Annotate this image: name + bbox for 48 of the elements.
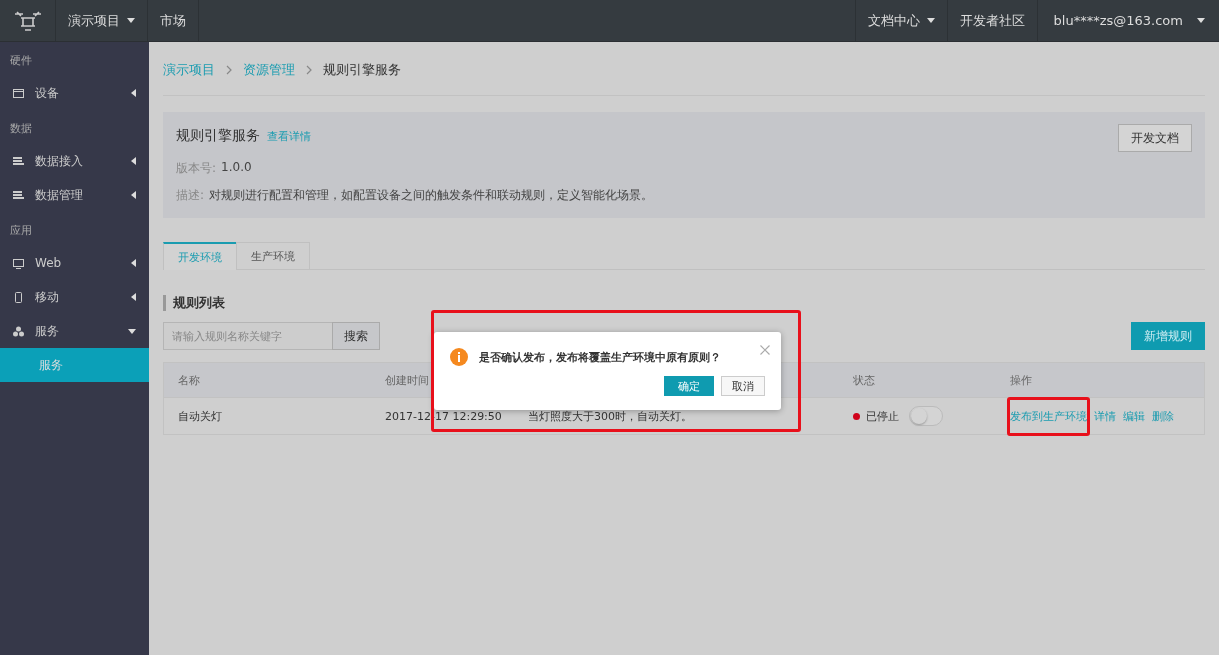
window-icon bbox=[13, 87, 24, 99]
sidebar-group-title: 应用 bbox=[9, 223, 33, 239]
close-icon bbox=[760, 345, 770, 355]
dropdown-menu[interactable]: blu****zs@163.com bbox=[1037, 0, 1219, 41]
list-icon bbox=[13, 189, 24, 201]
sidebar-item[interactable]: 移动 bbox=[0, 280, 149, 314]
chevron-right-icon bbox=[306, 64, 312, 75]
search-button[interactable]: 搜索 bbox=[332, 322, 380, 350]
sidebar-item[interactable]: 设备 bbox=[0, 76, 149, 110]
list-icon bbox=[13, 155, 24, 167]
caret-down-icon bbox=[926, 18, 935, 23]
tab[interactable]: 生产环境 bbox=[236, 242, 310, 269]
sidebar-group-title: 硬件 bbox=[9, 53, 33, 69]
toggle-switch[interactable] bbox=[909, 406, 943, 426]
version-value: 1.0.0 bbox=[221, 160, 252, 176]
sidebar-item[interactable]: 服务 bbox=[0, 314, 149, 348]
cancel-button[interactable]: 取消 bbox=[721, 376, 765, 396]
monitor-icon bbox=[13, 257, 24, 269]
dialog-message: 是否确认发布，发布将覆盖生产环境中原有原则？ bbox=[479, 349, 721, 365]
caret-down-icon bbox=[1197, 18, 1205, 23]
caret-down-icon bbox=[127, 18, 135, 23]
project-menu[interactable]: 演示项目 bbox=[56, 0, 148, 41]
section-title: 规则列表 bbox=[163, 295, 1205, 311]
dropdown-menu[interactable]: 文档中心 bbox=[855, 0, 948, 41]
sidebar-item[interactable]: 数据管理 bbox=[0, 178, 149, 212]
sidebar-item[interactable]: 数据接入 bbox=[0, 144, 149, 178]
column-header: 创建时间 bbox=[385, 372, 429, 388]
table-cell: 自动关灯 bbox=[178, 408, 222, 424]
service-title: 规则引擎服务 bbox=[176, 127, 260, 145]
version-label: 版本号: bbox=[176, 160, 217, 177]
nav-link[interactable]: 市场 bbox=[148, 0, 199, 41]
sidebar-item[interactable]: Web bbox=[0, 246, 149, 280]
breadcrumb-current: 规则引擎服务 bbox=[323, 60, 401, 79]
cluster-icon bbox=[13, 325, 24, 337]
status-text: 已停止 bbox=[866, 408, 899, 424]
column-header: 名称 bbox=[178, 372, 200, 388]
search-field[interactable]: 请输入规则名称关键字 bbox=[163, 322, 333, 350]
description-text: 对规则进行配置和管理，如配置设备之间的触发条件和联动规则，定义智能化场景。 bbox=[209, 187, 654, 204]
warning-icon bbox=[450, 348, 468, 366]
doc-button[interactable]: 开发文档 bbox=[1118, 124, 1192, 152]
sidebar-group-title: 数据 bbox=[9, 121, 33, 137]
column-header: 状态 bbox=[853, 372, 875, 388]
nav-link[interactable]: 开发者社区 bbox=[947, 0, 1038, 41]
description-label: 描述: bbox=[176, 187, 205, 204]
chevron-right-icon bbox=[226, 64, 232, 75]
column-header: 操作 bbox=[1010, 372, 1032, 388]
table-cell: 当灯照度大于300时，自动关灯。 bbox=[528, 408, 692, 424]
phone-icon bbox=[13, 291, 24, 303]
